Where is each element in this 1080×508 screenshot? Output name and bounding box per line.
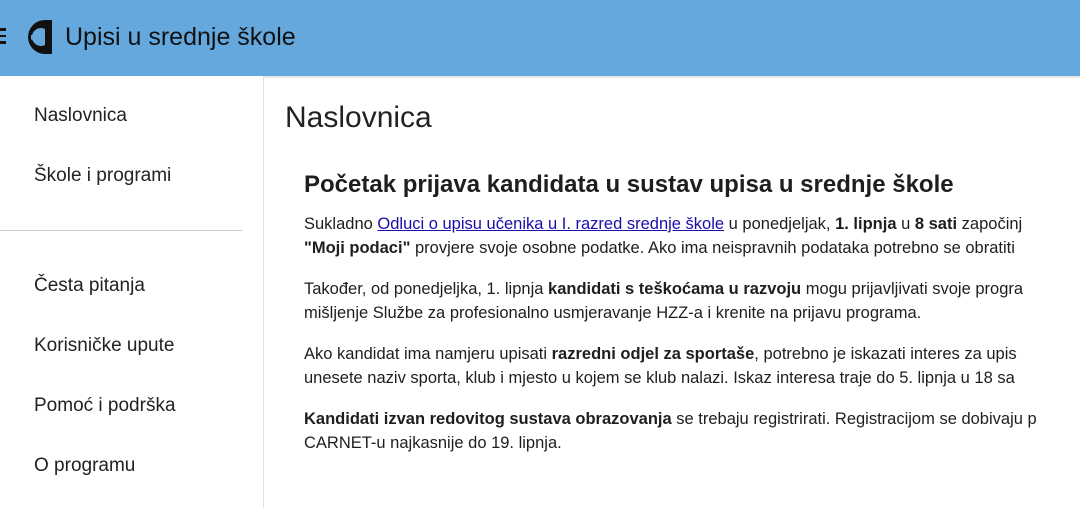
paragraph-disabilities: Također, od ponedjeljka, 1. lipnja kandi…: [304, 277, 1080, 325]
text: mišljenje Službe za profesionalno usmjer…: [304, 304, 922, 322]
text: se trebaju registrirati. Registracijom s…: [671, 410, 1037, 428]
nav-item-skole-i-programi[interactable]: Škole i programi: [34, 164, 171, 188]
text: Ako kandidat ima namjeru upisati: [304, 345, 552, 363]
article-heading: Početak prijava kandidata u sustav upisa…: [304, 171, 954, 198]
nav-item-cesta-pitanja[interactable]: Česta pitanja: [34, 274, 145, 298]
text: u: [896, 215, 915, 233]
text: CARNET-u najkasnije do 19. lipnja.: [304, 434, 562, 452]
sidebar-nav: Naslovnica Škole i programi Česta pitanj…: [0, 76, 264, 508]
bold-date: 1. lipnja: [835, 215, 897, 233]
app-title: Upisi u srednje škole: [65, 23, 296, 51]
text: započinj: [957, 215, 1023, 233]
text: Sukladno: [304, 215, 378, 233]
news-article: Početak prijava kandidata u sustav upisa…: [304, 170, 1080, 472]
paragraph-enrollment-start: Sukladno Odluci o upisu učenika u I. raz…: [304, 212, 1080, 260]
nav-item-o-programu[interactable]: O programu: [34, 454, 135, 478]
bold-time: 8 sati: [914, 215, 958, 233]
app-header: Upisi u srednje škole: [0, 0, 1080, 76]
text: unesete naziv sporta, klub i mjesto u ko…: [304, 369, 1015, 387]
text: Također, od ponedjeljka, 1. lipnja: [304, 280, 549, 298]
nav-item-naslovnica[interactable]: Naslovnica: [34, 104, 127, 128]
page-title: Naslovnica: [285, 101, 432, 134]
bold-disabilities: kandidati s teškoćama u razvoju: [548, 280, 802, 298]
text: u ponedjeljak,: [724, 215, 836, 233]
main-content: Naslovnica Početak prijava kandidata u s…: [264, 76, 1080, 508]
paragraph-non-regular: Kandidati izvan redovitog sustava obrazo…: [304, 407, 1080, 455]
hamburger-menu-icon[interactable]: [0, 28, 6, 44]
bold-moji-podaci: "Moji podaci": [304, 239, 411, 257]
nav-item-pomoc-i-podrska[interactable]: Pomoć i podrška: [34, 394, 176, 418]
decision-link[interactable]: Odluci o upisu učenika u I. razred sredn…: [377, 215, 724, 233]
bold-sports-class: razredni odjel za sportaše: [551, 345, 755, 363]
text: provjere svoje osobne podatke. Ako ima n…: [410, 239, 1015, 257]
bold-non-regular: Kandidati izvan redovitog sustava obrazo…: [304, 410, 672, 428]
sidebar-divider: [0, 230, 242, 231]
text: , potrebno je iskazati interes za upis: [754, 345, 1017, 363]
nav-item-korisnicke-upute[interactable]: Korisničke upute: [34, 334, 174, 358]
text: mogu prijavljivati svoje progra: [801, 280, 1024, 298]
carnet-logo[interactable]: [24, 18, 52, 56]
paragraph-sports: Ako kandidat ima namjeru upisati razredn…: [304, 342, 1080, 390]
